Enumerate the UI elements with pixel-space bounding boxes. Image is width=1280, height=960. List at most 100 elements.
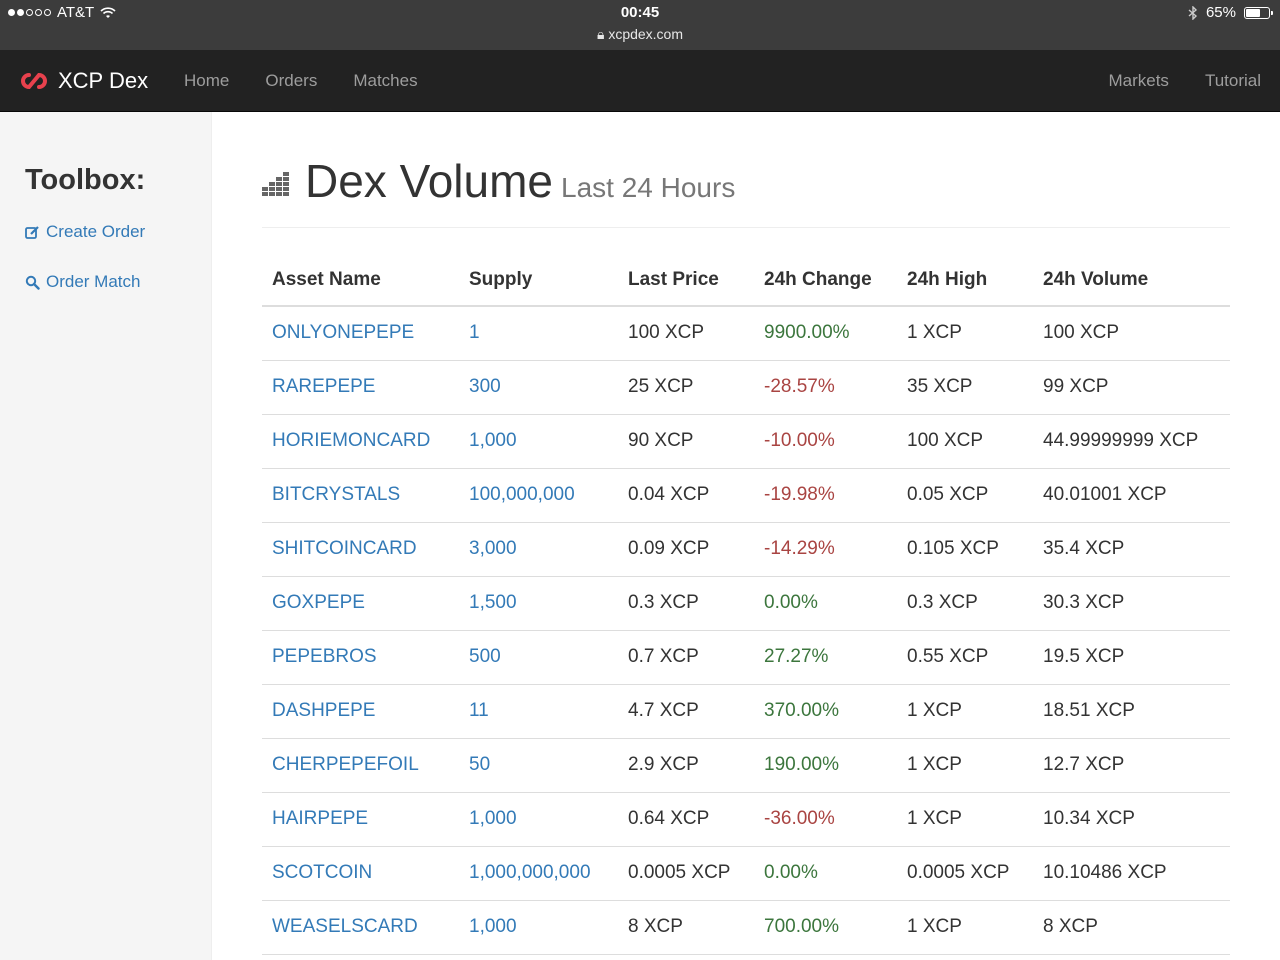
nav-left: Home Orders Matches (166, 50, 436, 112)
create-order-link[interactable]: Create Order (25, 222, 145, 242)
toolbox-title: Toolbox: (25, 164, 146, 196)
col-supply: Supply (459, 254, 618, 307)
table-row: PEPEBROS 500 0.7 XCP 27.27% 0.55 XCP 19.5 XCP (262, 630, 1230, 685)
brand-name: XCP Dex (58, 68, 149, 93)
supply-link[interactable]: 300 (459, 360, 618, 415)
nav-matches[interactable]: Matches (335, 50, 435, 112)
sidebar: Toolbox: Create Order Order Match (0, 112, 212, 960)
last-price: 100 XCP (618, 306, 754, 361)
brand-link[interactable]: XCP Dex (20, 50, 148, 112)
supply-link[interactable]: 50 (459, 738, 618, 793)
page-title: Dex Volume Last 24 Hours (305, 154, 735, 208)
high-value: 100 XCP (897, 414, 1033, 469)
table-row: CHERPEPEFOIL 50 2.9 XCP 190.00% 1 XCP 12.7 XC… (262, 738, 1230, 793)
high-value: 0.05 XCP (897, 468, 1033, 523)
asset-link[interactable]: ONLYONEPEPE (262, 306, 459, 361)
asset-link[interactable]: HORIEMONCARD (262, 414, 459, 469)
change-value: 700.00% (754, 900, 897, 955)
edit-icon (25, 225, 39, 239)
high-value: 35 XCP (897, 360, 1033, 415)
last-price: 0.0005 XCP (618, 846, 754, 901)
xcp-logo-icon (21, 72, 47, 90)
table-row: HAIRPEPE 1,000 0.64 XCP -36.00% 1 XCP 10.34 X… (262, 792, 1230, 847)
supply-link[interactable]: 3,000 (459, 522, 618, 577)
volume-value: 35.4 XCP (1033, 522, 1230, 577)
create-order-label: Create Order (46, 222, 146, 241)
asset-link[interactable]: CHERPEPEFOIL (262, 738, 459, 793)
change-value: -19.98% (754, 468, 897, 523)
asset-link[interactable]: WEASELSCARD (262, 900, 459, 955)
change-value: -28.57% (754, 360, 897, 415)
change-value: 9900.00% (754, 306, 897, 361)
asset-link[interactable]: SHITCOINCARD (262, 522, 459, 577)
high-value: 1 XCP (897, 306, 1033, 361)
change-value: 27.27% (754, 630, 897, 685)
high-value: 1 XCP (897, 900, 1033, 955)
nav-markets[interactable]: Markets (1090, 50, 1186, 112)
table-row: GOXPEPE 1,500 0.3 XCP 0.00% 0.3 XCP 30.3 XCP (262, 576, 1230, 631)
table-row: HORIEMONCARD 1,000 90 XCP -10.00% 100 XCP 44.… (262, 414, 1230, 469)
volume-value: 19.5 XCP (1033, 630, 1230, 685)
supply-link[interactable]: 1,000 (459, 414, 618, 469)
col-24h-volume: 24h Volume (1033, 254, 1230, 307)
last-price: 0.09 XCP (618, 522, 754, 577)
nav-right: Markets Tutorial (1090, 50, 1279, 112)
table-row: ONLYONEPEPE 1 100 XCP 9900.00% 1 XCP 100 XCP (262, 306, 1230, 361)
battery-percent: 65% (1205, 4, 1236, 21)
change-value: 0.00% (754, 846, 897, 901)
asset-link[interactable]: BITCRYSTALS (262, 468, 459, 523)
asset-link[interactable]: PEPEBROS (262, 630, 459, 685)
status-right: 65% (1188, 4, 1273, 21)
supply-link[interactable]: 500 (459, 630, 618, 685)
supply-link[interactable]: 100,000,000 (459, 468, 618, 523)
supply-link[interactable]: 1,500 (459, 576, 618, 631)
col-asset-name: Asset Name (262, 254, 459, 307)
last-price: 4.7 XCP (618, 684, 754, 739)
col-24h-change: 24h Change (754, 254, 897, 307)
top-navbar: XCP Dex Home Orders Matches Markets Tuto… (0, 50, 1280, 112)
search-icon (25, 275, 40, 290)
high-value: 0.0005 XCP (897, 846, 1033, 901)
order-match-label: Order Match (46, 272, 141, 291)
supply-link[interactable]: 1 (459, 306, 618, 361)
high-value: 1 XCP (897, 738, 1033, 793)
table-row: RAREPEPE 300 25 XCP -28.57% 35 XCP 99 XCP (262, 360, 1230, 415)
change-value: 370.00% (754, 684, 897, 739)
table-row: WEASELSCARD 1,000 8 XCP 700.00% 1 XCP 8 XCP (262, 900, 1230, 955)
volume-value: 30.3 XCP (1033, 576, 1230, 631)
high-value: 1 XCP (897, 684, 1033, 739)
last-price: 90 XCP (618, 414, 754, 469)
nav-tutorial[interactable]: Tutorial (1187, 50, 1279, 112)
asset-link[interactable]: HAIRPEPE (262, 792, 459, 847)
last-price: 2.9 XCP (618, 738, 754, 793)
table-row: SCOTCOIN 1,000,000,000 0.0005 XCP 0.00% 0.00… (262, 846, 1230, 901)
supply-link[interactable]: 1,000,000,000 (459, 846, 618, 901)
asset-link[interactable]: SCOTCOIN (262, 846, 459, 901)
col-24h-high: 24h High (897, 254, 1033, 307)
volume-table: Asset Name Supply Last Price 24h Change … (262, 254, 1230, 955)
change-value: -36.00% (754, 792, 897, 847)
last-price: 25 XCP (618, 360, 754, 415)
table-row: BITCRYSTALS 100,000,000 0.04 XCP -19.98% 0.0… (262, 468, 1230, 523)
nav-home[interactable]: Home (166, 50, 247, 112)
volume-value: 100 XCP (1033, 306, 1230, 361)
table-row: SHITCOINCARD 3,000 0.09 XCP -14.29% 0.105 XC… (262, 522, 1230, 577)
high-value: 0.3 XCP (897, 576, 1033, 631)
asset-link[interactable]: GOXPEPE (262, 576, 459, 631)
supply-link[interactable]: 1,000 (459, 792, 618, 847)
supply-link[interactable]: 1,000 (459, 900, 618, 955)
table-header-row: Asset Name Supply Last Price 24h Change … (262, 254, 1230, 307)
change-value: 190.00% (754, 738, 897, 793)
order-match-link[interactable]: Order Match (25, 272, 140, 292)
high-value: 1 XCP (897, 792, 1033, 847)
asset-link[interactable]: RAREPEPE (262, 360, 459, 415)
lock-icon: 🔒︎ (596, 26, 605, 42)
page-subtitle: Last 24 Hours (561, 172, 736, 203)
asset-link[interactable]: DASHPEPE (262, 684, 459, 739)
supply-link[interactable]: 11 (459, 684, 618, 739)
col-last-price: Last Price (618, 254, 754, 307)
clock: 00:45 (620, 4, 660, 21)
address-bar[interactable]: 🔒︎ xcpdex.com (0, 26, 1280, 43)
nav-orders[interactable]: Orders (247, 50, 335, 112)
last-price: 0.7 XCP (618, 630, 754, 685)
